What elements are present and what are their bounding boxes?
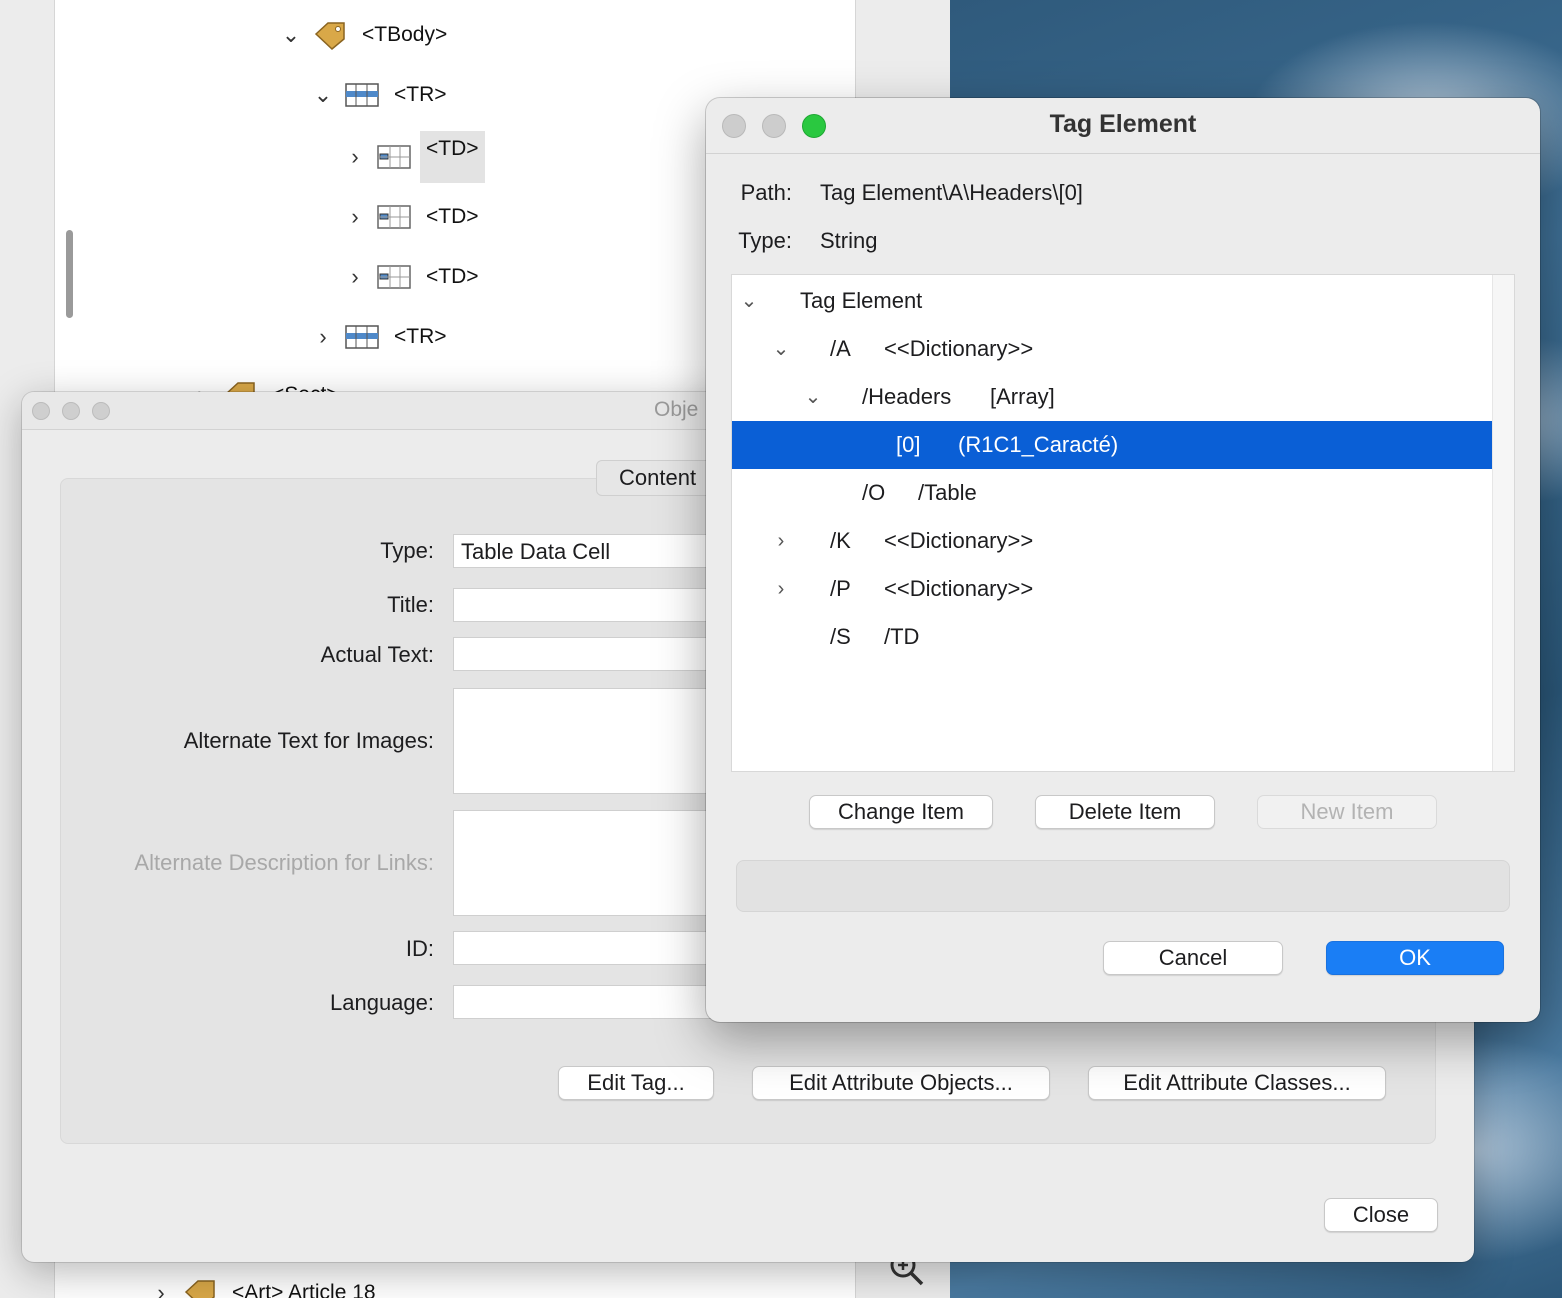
window-title: Obje — [654, 398, 699, 421]
path-value: Tag Element\A\Headers\[0] — [820, 180, 1083, 205]
tag-row-td[interactable]: › <TD> — [344, 252, 485, 302]
title-label: Title: — [387, 592, 434, 617]
tag-row-tr[interactable]: › <TR> — [312, 312, 453, 362]
tree-key: /Headers — [862, 384, 952, 409]
chevron-right-icon[interactable]: › — [344, 204, 366, 230]
chevron-right-icon[interactable]: › — [344, 264, 366, 290]
type-label: Type: — [738, 228, 792, 253]
path-label: Path: — [740, 180, 792, 205]
tree-value: (R1C1_Caracté) — [958, 432, 1119, 457]
tree-key: /S — [830, 624, 851, 649]
new-item-button[interactable]: New Item — [1257, 795, 1437, 829]
tree-value: <<Dictionary>> — [884, 576, 1034, 601]
tree-row-p[interactable]: › /P <<Dictionary>> — [732, 565, 1493, 613]
tag-label: <TR> — [394, 325, 447, 348]
alt-desc-label: Alternate Description for Links: — [134, 850, 434, 875]
tree-value: <<Dictionary>> — [884, 528, 1034, 553]
tree-row-a[interactable]: ⌄ /A <<Dictionary>> — [732, 325, 1493, 373]
tree-value: /Table — [918, 480, 977, 505]
chevron-right-icon[interactable]: › — [312, 324, 334, 350]
tag-icon — [314, 22, 345, 50]
tag-label: <TR> — [394, 83, 447, 106]
tree-value: [Array] — [990, 384, 1055, 409]
tree-row-item0[interactable]: [0] (R1C1_Caracté) — [732, 421, 1493, 469]
chevron-down-icon[interactable]: ⌄ — [280, 22, 302, 48]
table-cell-icon — [377, 265, 411, 289]
actual-text-label: Actual Text: — [320, 642, 434, 667]
close-button[interactable]: Close — [1324, 1198, 1438, 1232]
tree-scrollbar[interactable] — [1492, 275, 1514, 771]
type-value: String — [820, 228, 878, 253]
table-cell-icon — [377, 145, 411, 169]
table-cell-icon — [377, 205, 411, 229]
tag-icon — [184, 1280, 215, 1298]
tree-key: /K — [830, 528, 851, 553]
type-label: Type: — [380, 538, 434, 563]
tag-row-tr[interactable]: ⌄ <TR> — [312, 70, 453, 120]
tag-label: <TD> — [426, 265, 479, 288]
delete-item-button[interactable]: Delete Item — [1035, 795, 1215, 829]
edit-tag-button[interactable]: Edit Tag... — [558, 1066, 714, 1100]
alt-text-label: Alternate Text for Images: — [183, 728, 434, 753]
chevron-down-icon[interactable]: ⌄ — [737, 277, 761, 325]
tree-row-k[interactable]: › /K <<Dictionary>> — [732, 517, 1493, 565]
minimize-window-button[interactable] — [62, 402, 80, 420]
tree-key: Tag Element — [800, 288, 923, 313]
tag-element-dialog: Tag Element Path: Tag Element\A\Headers\… — [706, 98, 1540, 1022]
tree-key: /A — [830, 336, 851, 361]
tree-key: [0] — [896, 432, 921, 457]
table-row-icon — [345, 325, 379, 349]
chevron-right-icon[interactable]: › — [769, 565, 793, 613]
tag-row-td-selected[interactable]: › <TD> — [344, 131, 485, 183]
id-label: ID: — [405, 936, 434, 961]
table-row-icon — [345, 83, 379, 107]
language-label: Language: — [330, 990, 434, 1015]
chevron-down-icon[interactable]: ⌄ — [769, 325, 793, 373]
scrollbar-thumb[interactable] — [66, 230, 73, 318]
dialog-title: Tag Element — [1049, 110, 1197, 138]
tag-row-td[interactable]: › <TD> — [344, 192, 485, 242]
chevron-right-icon[interactable]: › — [769, 517, 793, 565]
ok-button[interactable]: OK — [1326, 941, 1504, 975]
tree-value: <<Dictionary>> — [884, 336, 1034, 361]
change-item-button[interactable]: Change Item — [809, 795, 993, 829]
tag-row-tbody[interactable]: ⌄ <TBody> — [280, 10, 453, 60]
cancel-button[interactable]: Cancel — [1103, 941, 1283, 975]
tree-value: /TD — [884, 624, 920, 649]
chevron-right-icon[interactable]: › — [150, 1280, 172, 1298]
tree-row-root[interactable]: ⌄ Tag Element — [732, 277, 1493, 325]
edit-attribute-classes-button[interactable]: Edit Attribute Classes... — [1088, 1066, 1386, 1100]
edit-attribute-objects-button[interactable]: Edit Attribute Objects... — [752, 1066, 1050, 1100]
tag-label: <Art> Article 18 — [232, 1281, 376, 1298]
tree-key: /O — [862, 480, 886, 505]
close-window-button[interactable] — [32, 402, 50, 420]
dictionary-tree[interactable]: ⌄ Tag Element ⌄ /A <<Dictionary>> ⌄ /Hea… — [731, 274, 1515, 772]
tree-key: /P — [830, 576, 851, 601]
chevron-down-icon[interactable]: ⌄ — [801, 373, 825, 421]
zoom-window-button[interactable] — [92, 402, 110, 420]
dialog-titlebar: Tag Element — [706, 98, 1540, 154]
tag-label: <TD> — [420, 131, 485, 183]
tree-row-o[interactable]: /O /Table — [732, 469, 1493, 517]
chevron-right-icon[interactable]: › — [344, 144, 366, 170]
tree-row-s[interactable]: /S /TD — [732, 613, 1493, 661]
value-field[interactable] — [736, 860, 1510, 912]
chevron-down-icon[interactable]: ⌄ — [312, 82, 334, 108]
tag-row-art[interactable]: › <Art> Article 18 — [150, 1268, 382, 1298]
tag-label: <TD> — [426, 205, 479, 228]
tree-row-headers[interactable]: ⌄ /Headers [Array] — [732, 373, 1493, 421]
tag-label: <TBody> — [362, 23, 448, 46]
